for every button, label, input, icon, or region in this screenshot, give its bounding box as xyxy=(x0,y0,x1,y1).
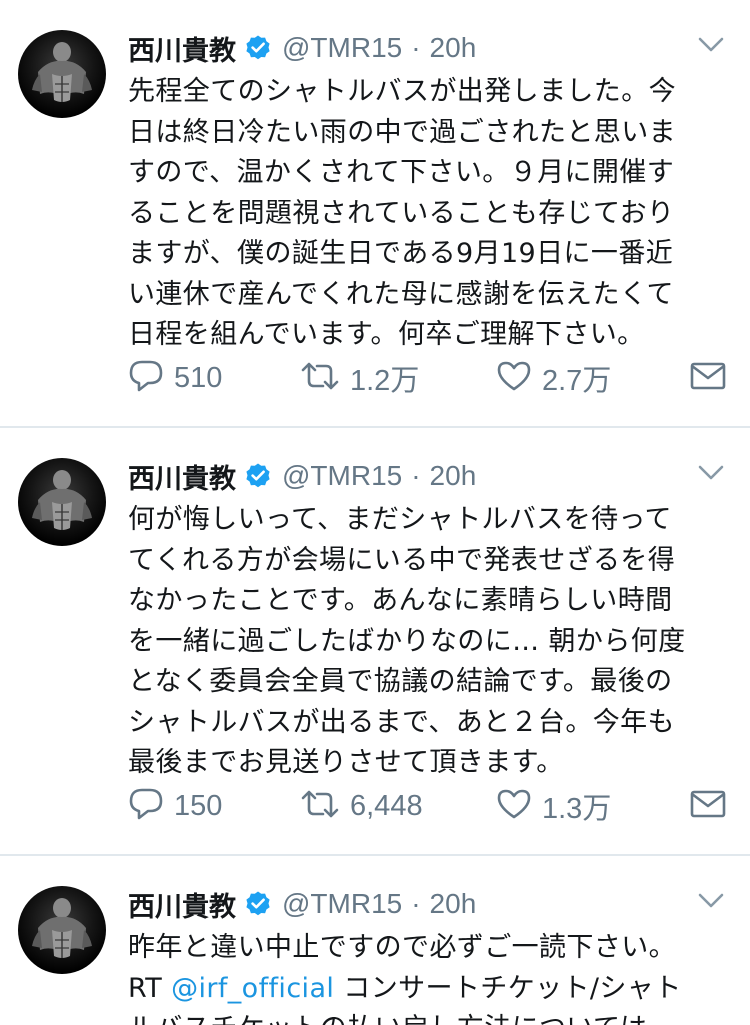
heart-icon xyxy=(496,360,532,396)
author-handle[interactable]: @TMR15 xyxy=(282,460,402,492)
avatar[interactable] xyxy=(18,458,106,546)
retweet-count: 6,448 xyxy=(350,789,423,822)
retweet-prefix: RT xyxy=(128,972,172,1004)
tweet[interactable]: 西川貴教 @TMR15 · 20h 何が悔しいって、まだシャトルバスを待って て… xyxy=(0,428,750,856)
direct-message-button[interactable] xyxy=(690,354,726,402)
like-button[interactable]: 2.7万 xyxy=(496,354,611,402)
mention-link[interactable]: @irf_official xyxy=(171,973,334,1004)
separator-dot: · xyxy=(411,888,421,919)
tweet-text-line: ますが、僕の誕生日である9月19日に一番近 xyxy=(128,238,674,269)
tweet-actions: 510 1.2万 2.7万 xyxy=(128,354,728,402)
tweet-text-line: い連休で産んでくれた母に感謝を伝えたくて xyxy=(128,278,674,310)
verified-badge-icon xyxy=(244,890,272,918)
tweet-text-line: なかったことです。あんなに素晴らしい時間 xyxy=(128,585,673,616)
timestamp[interactable]: 20h xyxy=(430,888,477,920)
tweet-text-line: ることを問題視されていることも存じており xyxy=(128,197,675,229)
tweet-text-line: 昨年と違い中止ですので必ずご一読下さい。 xyxy=(128,932,676,963)
tweet[interactable]: 西川貴教 @TMR15 · 20h 昨年と違い中止ですので必ずご一読下さい。 R… xyxy=(0,856,750,1025)
author-name[interactable]: 西川貴教 xyxy=(128,885,236,924)
tweet-text-line: すので、温かくされて下さい。９月に開催す xyxy=(128,157,675,188)
retweet-count: 1.2万 xyxy=(350,365,420,397)
chevron-down-icon[interactable] xyxy=(698,464,724,482)
reply-icon xyxy=(128,359,164,397)
tweet-text-segment: コンサートチケット/シャト xyxy=(334,972,682,1004)
tweet-text-line: となく委員会全員で協議の結論です。最後の xyxy=(128,666,673,697)
tweet-header: 西川貴教 @TMR15 · 20h xyxy=(128,454,476,498)
reply-button[interactable]: 150 xyxy=(128,782,222,830)
avatar[interactable] xyxy=(18,30,106,118)
separator-dot: · xyxy=(411,32,421,63)
tweet[interactable]: 西川貴教 @TMR15 · 20h 先程全てのシャトルバスが出発しました。今 日… xyxy=(0,0,750,428)
tweet-text-line: 日は終日冷たい雨の中で過ごされたと思いま xyxy=(128,116,676,148)
reply-button[interactable]: 510 xyxy=(128,354,222,402)
retweet-icon xyxy=(300,361,340,395)
author-name[interactable]: 西川貴教 xyxy=(128,457,236,496)
tweet-text-line: 先程全てのシャトルバスが出発しました。今 xyxy=(128,76,676,107)
like-button[interactable]: 1.3万 xyxy=(496,782,611,830)
timeline-feed: 西川貴教 @TMR15 · 20h 先程全てのシャトルバスが出発しました。今 日… xyxy=(0,0,750,1025)
tweet-text-line: てくれる方が会場にいる中で発表せざるを得 xyxy=(128,544,676,576)
chevron-down-icon[interactable] xyxy=(698,36,724,54)
tweet-header: 西川貴教 @TMR15 · 20h xyxy=(128,882,476,926)
tweet-text-line: 最後までお見送りさせて頂きます。 xyxy=(128,747,564,778)
heart-icon xyxy=(496,788,532,824)
tweet-text: 何が悔しいって、まだシャトルバスを待って てくれる方が会場にいる中で発表せざるを… xyxy=(128,500,728,784)
reply-count: 150 xyxy=(174,789,223,822)
author-name[interactable]: 西川貴教 xyxy=(128,29,236,68)
verified-badge-icon xyxy=(244,462,272,490)
avatar[interactable] xyxy=(18,886,106,974)
reply-count: 510 xyxy=(174,361,223,394)
retweet-button[interactable]: 6,448 xyxy=(300,782,423,830)
tweet-actions: 150 6,448 1.3万 xyxy=(128,782,728,830)
tweet-text: 先程全てのシャトルバスが出発しました。今 日は終日冷たい雨の中で過ごされたと思い… xyxy=(128,72,728,356)
envelope-icon xyxy=(690,361,726,395)
tweet-text-line: を一緒に過ごしたばかりなのに… 朝から何度 xyxy=(128,625,686,657)
separator-dot: · xyxy=(411,460,421,491)
like-count: 1.3万 xyxy=(542,793,612,825)
tweet-text-line: 何が悔しいって、まだシャトルバスを待って xyxy=(128,504,672,535)
tweet-text-line: RT @irf_official コンサートチケット/シャト xyxy=(128,969,728,1010)
direct-message-button[interactable] xyxy=(690,782,726,830)
reply-icon xyxy=(128,787,164,825)
tweet-text-line: 日程を組んでいます。何卒ご理解下さい。 xyxy=(128,319,645,350)
tweet-text-line: ルバスチケットの払い戻し方法については xyxy=(128,1009,728,1025)
timestamp[interactable]: 20h xyxy=(430,460,477,492)
author-handle[interactable]: @TMR15 xyxy=(282,32,402,64)
chevron-down-icon[interactable] xyxy=(698,892,724,910)
like-count: 2.7万 xyxy=(542,365,612,397)
tweet-text-line: シャトルバスが出るまで、あと２台。今年も xyxy=(128,706,675,738)
tweet-text: 昨年と違い中止ですので必ずご一読下さい。 RT @irf_official コン… xyxy=(128,928,728,1025)
envelope-icon xyxy=(690,789,726,823)
verified-badge-icon xyxy=(244,34,272,62)
timestamp[interactable]: 20h xyxy=(430,32,477,64)
retweet-icon xyxy=(300,789,340,823)
retweet-button[interactable]: 1.2万 xyxy=(300,354,419,402)
author-handle[interactable]: @TMR15 xyxy=(282,888,402,920)
tweet-header: 西川貴教 @TMR15 · 20h xyxy=(128,26,476,70)
